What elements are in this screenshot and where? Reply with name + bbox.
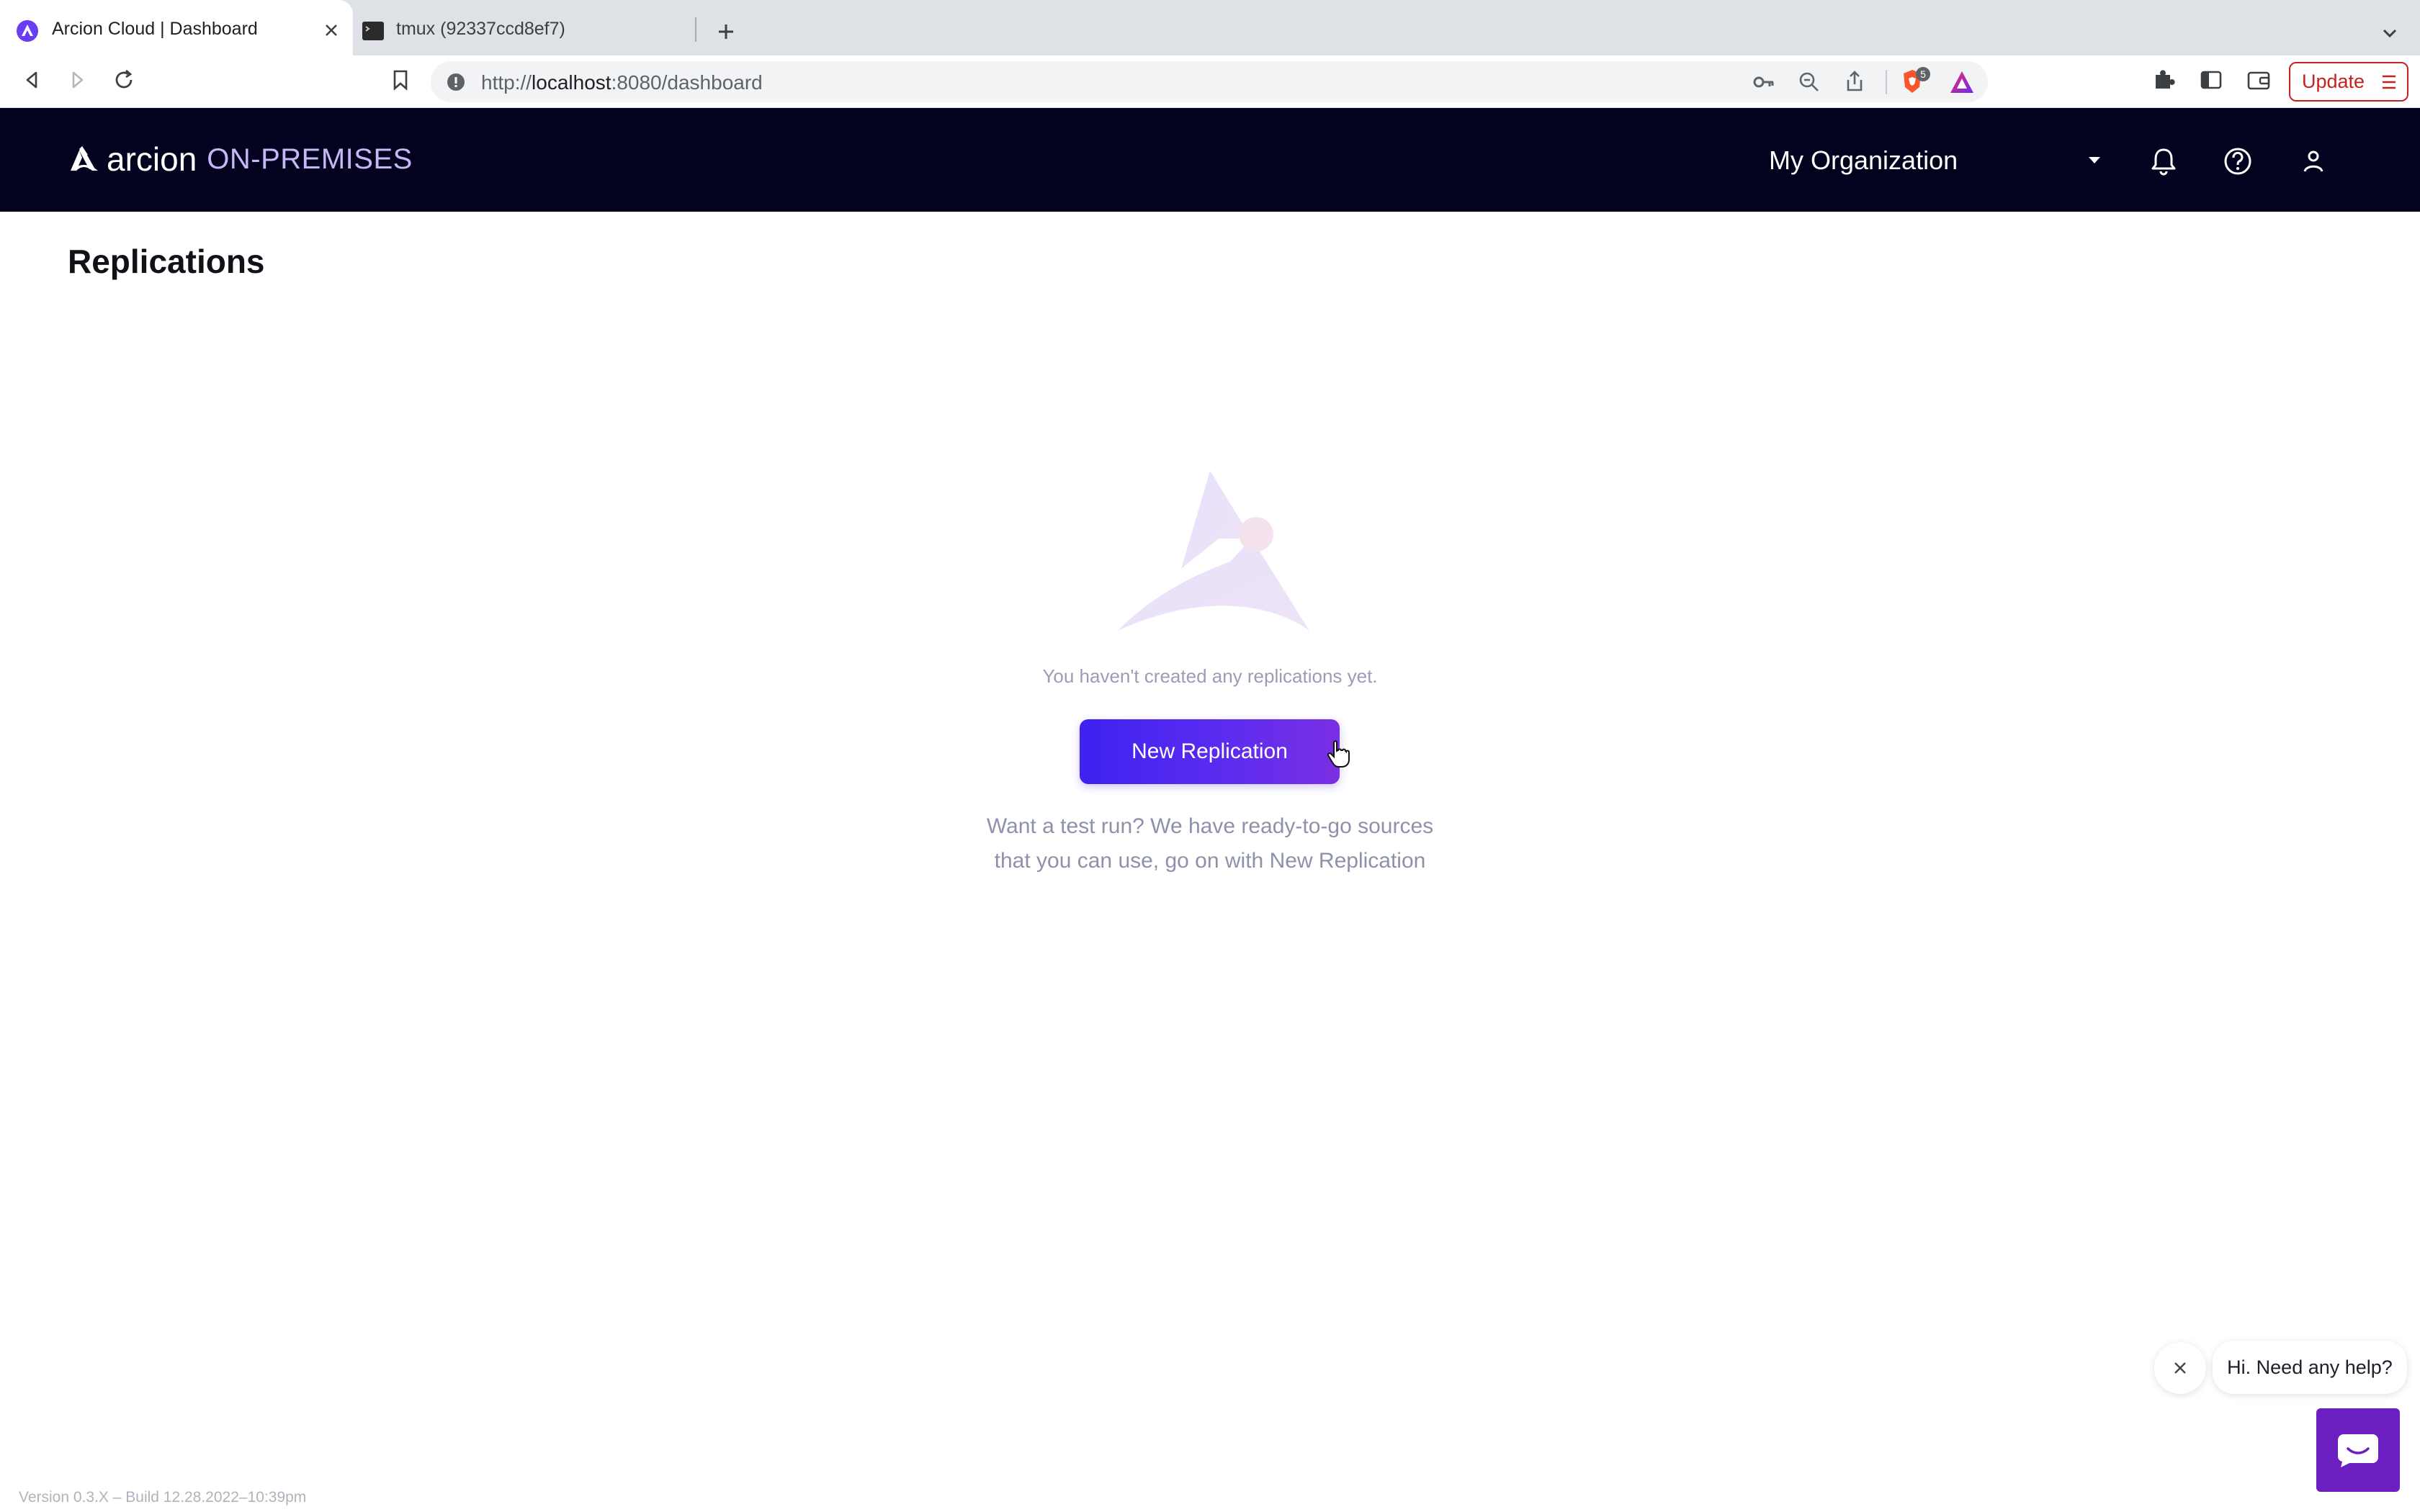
- puzzle-piece-icon: [2156, 70, 2175, 89]
- test-run-hint: Want a test run? We have ready-to-go sou…: [850, 809, 1570, 878]
- terminal-favicon-icon: [362, 22, 384, 40]
- chat-launcher-button[interactable]: [2316, 1408, 2400, 1492]
- brand-edition: ON-PREMISES: [207, 143, 413, 175]
- app-header: arcion ON-PREMISES My Organization: [0, 108, 2420, 212]
- chat-bubble-icon: [2338, 1434, 2378, 1467]
- reload-button[interactable]: [109, 66, 138, 94]
- page-title: Replications: [68, 243, 265, 280]
- reload-icon: [115, 69, 133, 89]
- tab-title: tmux (92337ccd8ef7): [396, 19, 565, 39]
- bookmark-icon: [393, 70, 408, 91]
- brand-name: arcion: [107, 140, 197, 178]
- key-icon[interactable]: [1752, 71, 1776, 93]
- update-label: Update: [2302, 71, 2365, 92]
- tab-arcion-dashboard[interactable]: Arcion Cloud | Dashboard: [0, 0, 353, 55]
- forward-arrow-icon: [72, 71, 84, 89]
- empty-state-arcion-illustration: [1118, 471, 1309, 631]
- brave-shields-button[interactable]: 5: [1900, 67, 1930, 96]
- forward-button[interactable]: [63, 66, 92, 94]
- bookmark-button[interactable]: [386, 66, 415, 94]
- browser-window: Arcion Cloud | Dashboard tmux (92337ccd8…: [0, 0, 2420, 1512]
- tab-divider: [695, 17, 696, 42]
- back-button[interactable]: [17, 66, 46, 94]
- sidebar-panel-icon: [2200, 71, 2222, 89]
- hamburger-menu-icon: [2383, 75, 2396, 89]
- new-replication-button[interactable]: New Replication: [1080, 719, 1340, 784]
- url-text[interactable]: http://localhost:8080/dashboard: [481, 71, 763, 94]
- empty-state-message: You haven't created any replications yet…: [1042, 665, 1378, 687]
- arcion-mark-icon: [71, 146, 98, 171]
- close-tab-icon[interactable]: [321, 20, 341, 40]
- new-replication-label: New Replication: [1131, 739, 1288, 763]
- bell-icon[interactable]: [2148, 145, 2179, 177]
- browser-toolbar: http://localhost:8080/dashboard 5 Update: [0, 55, 2420, 108]
- organization-selector[interactable]: My Organization: [1769, 145, 2107, 179]
- tab-search-chevron-icon[interactable]: [2377, 20, 2403, 46]
- organization-name: My Organization: [1769, 145, 1958, 175]
- version-footer: Version 0.3.X – Build 12.28.2022–10:39pm: [19, 1489, 307, 1506]
- wallet-button[interactable]: [2244, 66, 2273, 94]
- zoom-out-icon[interactable]: [1798, 71, 1821, 94]
- extensions-button[interactable]: [2149, 66, 2178, 94]
- user-profile-icon[interactable]: [2298, 145, 2329, 177]
- address-bar[interactable]: http://localhost:8080/dashboard 5: [431, 61, 1988, 102]
- site-info-icon[interactable]: [447, 73, 465, 91]
- tab-title: Arcion Cloud | Dashboard: [52, 19, 258, 39]
- share-icon[interactable]: [1844, 70, 1865, 93]
- close-icon: [2174, 1362, 2186, 1374]
- shields-count-badge: 5: [1916, 67, 1930, 81]
- wallet-icon: [2247, 71, 2270, 90]
- help-prompt-text: Hi. Need any help?: [2227, 1356, 2393, 1378]
- caret-down-icon: [2089, 157, 2100, 163]
- dismiss-help-button[interactable]: [2154, 1342, 2206, 1394]
- hint-line-1: Want a test run? We have ready-to-go sou…: [986, 814, 1434, 838]
- brave-rewards-triangle-icon[interactable]: [1949, 70, 1975, 94]
- tab-strip: Arcion Cloud | Dashboard tmux (92337ccd8…: [0, 0, 2420, 55]
- help-question-icon[interactable]: [2222, 145, 2254, 177]
- hint-line-2: that you can use, go on with New Replica…: [994, 849, 1426, 873]
- new-tab-plus-icon[interactable]: [713, 19, 739, 45]
- sidebar-button[interactable]: [2197, 66, 2226, 94]
- omnibox-divider: [1886, 70, 1887, 94]
- tab-tmux[interactable]: tmux (92337ccd8ef7): [353, 0, 696, 55]
- update-browser-button[interactable]: Update: [2289, 62, 2408, 102]
- help-prompt-bubble[interactable]: Hi. Need any help?: [2213, 1341, 2407, 1394]
- arcion-favicon-icon: [17, 20, 38, 42]
- hand-cursor-icon: [1327, 740, 1350, 768]
- back-arrow-icon: [26, 71, 37, 89]
- arcion-logo[interactable]: arcion ON-PREMISES: [66, 140, 413, 179]
